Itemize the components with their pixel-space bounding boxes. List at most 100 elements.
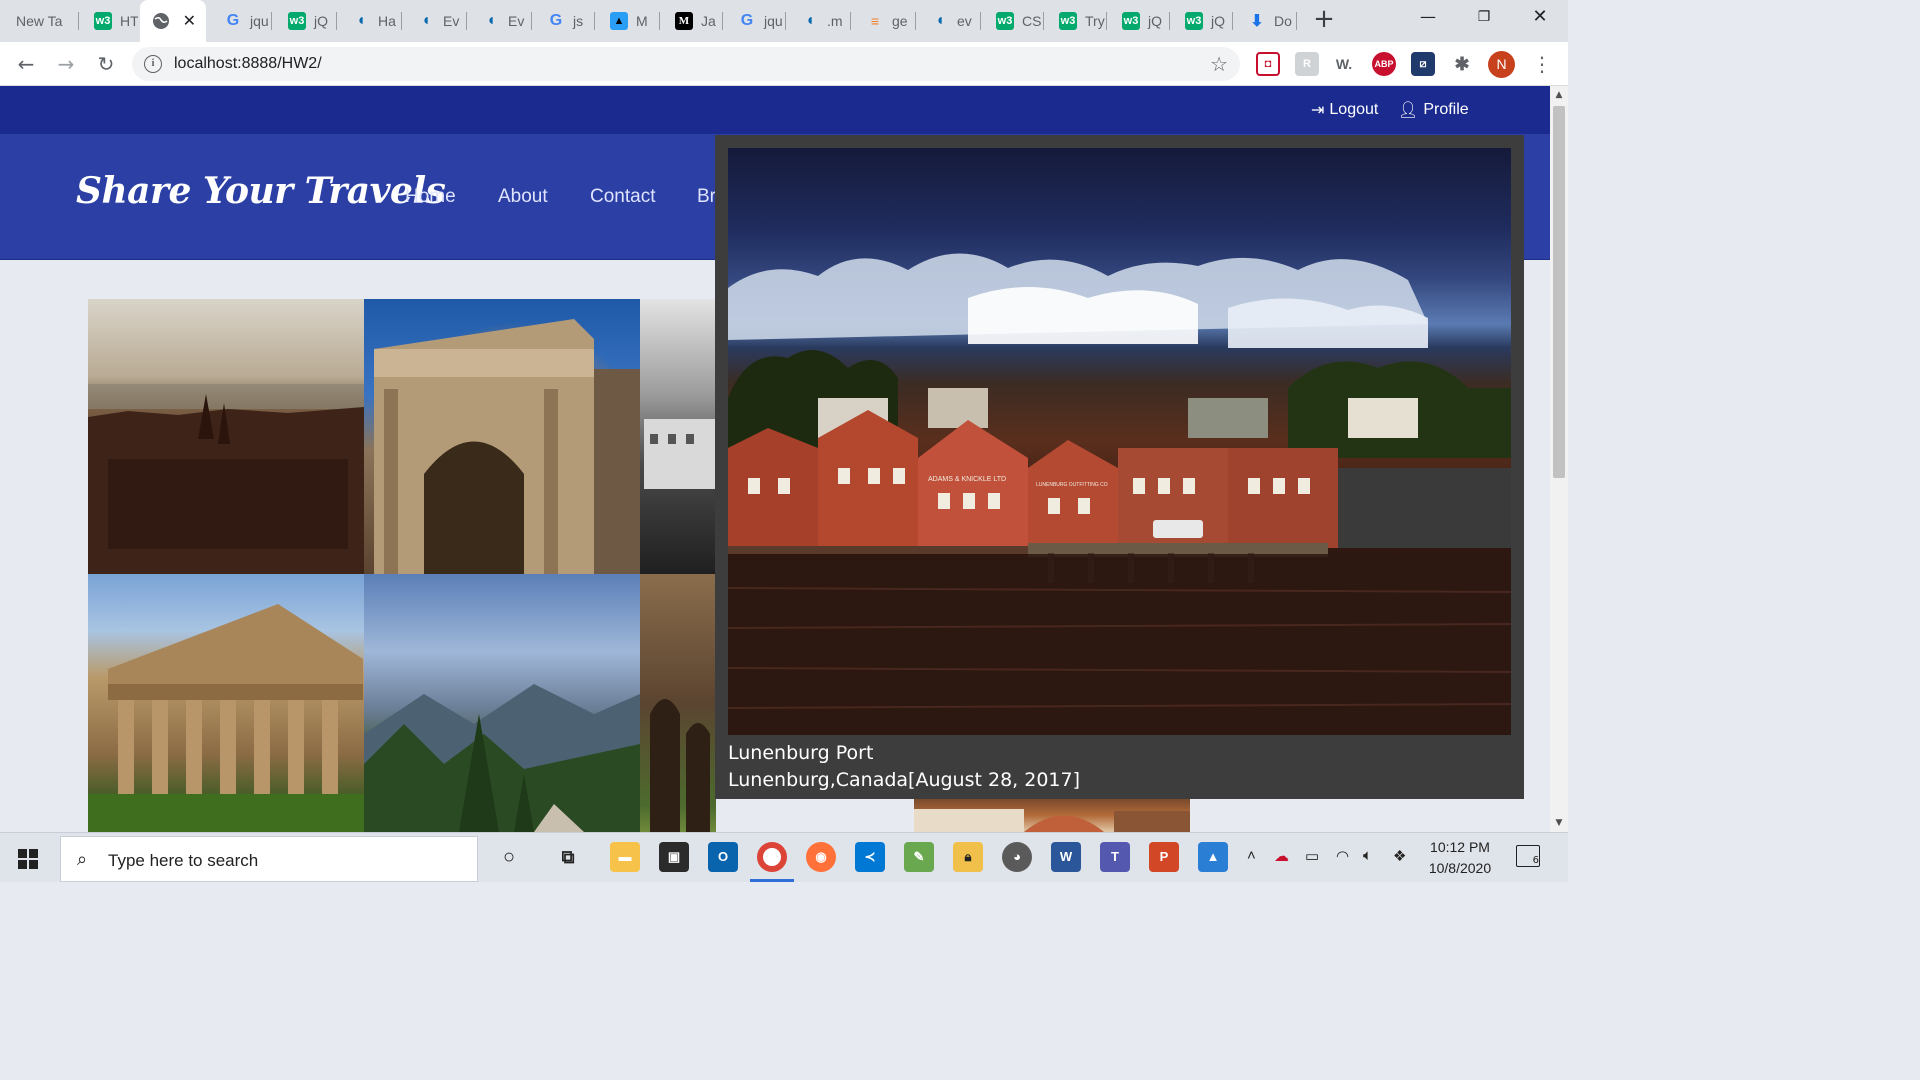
- volume-icon[interactable]: 🔈︎: [1363, 847, 1372, 864]
- pocket-icon[interactable]: ◘: [1256, 52, 1280, 76]
- wifi-icon[interactable]: ◠: [1336, 847, 1349, 865]
- onedrive-icon[interactable]: ☁: [1274, 847, 1289, 865]
- back-arrow-icon[interactable]: ←: [12, 50, 40, 78]
- photo-thumbnail[interactable]: [364, 574, 640, 832]
- close-tab-icon[interactable]: ✕: [183, 11, 196, 31]
- tab-label: Do: [1274, 13, 1292, 29]
- tab-jquery[interactable]: ◖ Ha: [336, 0, 400, 42]
- outlook-icon[interactable]: O: [708, 842, 738, 872]
- image-editor-icon[interactable]: ✎: [904, 842, 934, 872]
- teams-icon[interactable]: T: [1100, 842, 1130, 872]
- tab-label: jQ: [1211, 13, 1225, 29]
- windows-start-icon[interactable]: [18, 849, 38, 869]
- profile-label: Profile: [1423, 101, 1469, 118]
- tab-w3schools[interactable]: w3 jQ: [1106, 0, 1168, 42]
- chrome-icon[interactable]: [757, 842, 787, 872]
- file-explorer-icon[interactable]: ▬: [610, 842, 640, 872]
- tab-google[interactable]: G jqu: [722, 0, 784, 42]
- nav-contact[interactable]: Contact: [590, 186, 655, 208]
- address-bar[interactable]: i localhost:8888/HW2/ ☆: [132, 47, 1240, 81]
- lock-app-icon[interactable]: 🔒︎: [953, 842, 983, 872]
- github-icon[interactable]: ◕: [1002, 842, 1032, 872]
- photo-thumbnail[interactable]: [88, 299, 364, 574]
- tab-w3schools[interactable]: w3 CS: [980, 0, 1042, 42]
- tab-medium[interactable]: M Ja: [659, 0, 721, 42]
- scroll-thumb[interactable]: [1553, 106, 1565, 478]
- nav-browse[interactable]: Br: [697, 186, 716, 208]
- close-window-icon[interactable]: ✕: [1512, 0, 1568, 36]
- extension-dark-icon[interactable]: ⧄: [1411, 52, 1435, 76]
- adblock-icon[interactable]: ABP: [1372, 52, 1396, 76]
- profile-avatar[interactable]: N: [1488, 51, 1515, 78]
- bookmark-star-icon[interactable]: ☆: [1210, 52, 1228, 76]
- minimize-icon[interactable]: —: [1400, 0, 1456, 36]
- tab-w3schools[interactable]: w3 HT: [78, 0, 138, 42]
- tab-new-tab[interactable]: New Ta: [0, 0, 72, 42]
- dropbox-icon[interactable]: ❖: [1393, 847, 1406, 865]
- taskbar-clock[interactable]: 10:12 PM 10/8/2020: [1420, 837, 1500, 879]
- taskbar-search-box[interactable]: ⌕ Type here to search: [60, 836, 478, 882]
- tab-google[interactable]: G js: [531, 0, 593, 42]
- store-icon[interactable]: ▣: [659, 842, 689, 872]
- active-app-indicator: [750, 879, 794, 882]
- tab-download[interactable]: ⬇ Do: [1232, 0, 1294, 42]
- scroll-up-icon[interactable]: ▲: [1550, 90, 1568, 100]
- lightbox-subtitle: Lunenburg,Canada[August 28, 2017]: [728, 769, 1081, 791]
- reload-icon[interactable]: ↻: [92, 50, 120, 78]
- photo-thumbnail[interactable]: [88, 574, 364, 832]
- logout-link[interactable]: ⇥ Logout: [1311, 100, 1378, 120]
- page-scrollbar[interactable]: ▲ ▼: [1550, 86, 1568, 832]
- battery-icon[interactable]: ▭: [1305, 847, 1319, 865]
- tab-label: Ev: [443, 13, 460, 29]
- stackoverflow-icon: ≡: [870, 13, 880, 29]
- restore-icon[interactable]: ❐: [1456, 0, 1512, 36]
- photo-thumbnail[interactable]: [364, 299, 640, 574]
- tab-w3schools[interactable]: w3 Try: [1043, 0, 1105, 42]
- tab-jquery[interactable]: ◖ .m: [785, 0, 849, 42]
- word-icon[interactable]: W: [1051, 842, 1081, 872]
- photo-thumbnail[interactable]: [640, 574, 716, 832]
- w3schools-icon: w3: [1185, 12, 1203, 30]
- tab-jquery[interactable]: ◖ Ev: [401, 0, 465, 42]
- task-view-icon[interactable]: ⧉: [553, 842, 583, 872]
- new-tab-button[interactable]: +: [1310, 6, 1338, 34]
- tab-bird[interactable]: ▲ M: [594, 0, 658, 42]
- tab-active[interactable]: ✕: [140, 0, 206, 42]
- tab-stackoverflow[interactable]: ≡ ge: [850, 0, 914, 42]
- tab-label: ev: [957, 13, 972, 29]
- extension-w-icon[interactable]: W.: [1332, 52, 1356, 76]
- site-brand[interactable]: Share Your Travels: [76, 170, 446, 212]
- photo-lightbox[interactable]: ADAMS & KNICKLE LTD LUNENBURG OUTFITTING…: [715, 135, 1524, 799]
- photo-thumbnail[interactable]: [914, 799, 1190, 832]
- tab-separator: [1296, 12, 1297, 30]
- tab-w3schools[interactable]: w3 jQ: [272, 0, 334, 42]
- menu-kebab-icon[interactable]: ⋮: [1532, 52, 1552, 76]
- tab-label: M: [636, 13, 648, 29]
- powerpoint-icon[interactable]: P: [1149, 842, 1179, 872]
- extension-icon[interactable]: R: [1295, 52, 1319, 76]
- forward-arrow-icon[interactable]: →: [52, 50, 80, 78]
- w3schools-icon: w3: [1122, 12, 1140, 30]
- jquery-icon: ◖: [805, 12, 815, 29]
- puzzle-icon[interactable]: ✱: [1450, 52, 1474, 76]
- tab-label: HT: [120, 13, 138, 29]
- photo-thumbnail[interactable]: [640, 299, 716, 574]
- notification-center-icon[interactable]: 6: [1516, 845, 1540, 867]
- cortana-icon[interactable]: ○: [494, 842, 524, 872]
- nav-about[interactable]: About: [498, 186, 548, 208]
- tab-label: .m: [827, 13, 843, 29]
- profile-link[interactable]: 👤︎ Profile: [1398, 100, 1469, 120]
- scroll-down-icon[interactable]: ▼: [1550, 818, 1568, 828]
- url-text[interactable]: localhost:8888/HW2/: [174, 55, 322, 73]
- tab-w3schools[interactable]: w3 jQ: [1169, 0, 1231, 42]
- firefox-icon[interactable]: ◉: [806, 842, 836, 872]
- chevron-up-icon[interactable]: ˄: [1247, 847, 1256, 864]
- tab-jquery[interactable]: ◖ Ev: [466, 0, 530, 42]
- nav-home[interactable]: Home: [405, 186, 456, 208]
- tab-google[interactable]: G jqu: [208, 0, 270, 42]
- jquery-icon: ◖: [421, 12, 431, 29]
- photos-icon[interactable]: ▲: [1198, 842, 1228, 872]
- vscode-icon[interactable]: ≺: [855, 842, 885, 872]
- site-info-icon[interactable]: i: [144, 55, 162, 73]
- tab-jquery[interactable]: ◖ ev: [915, 0, 979, 42]
